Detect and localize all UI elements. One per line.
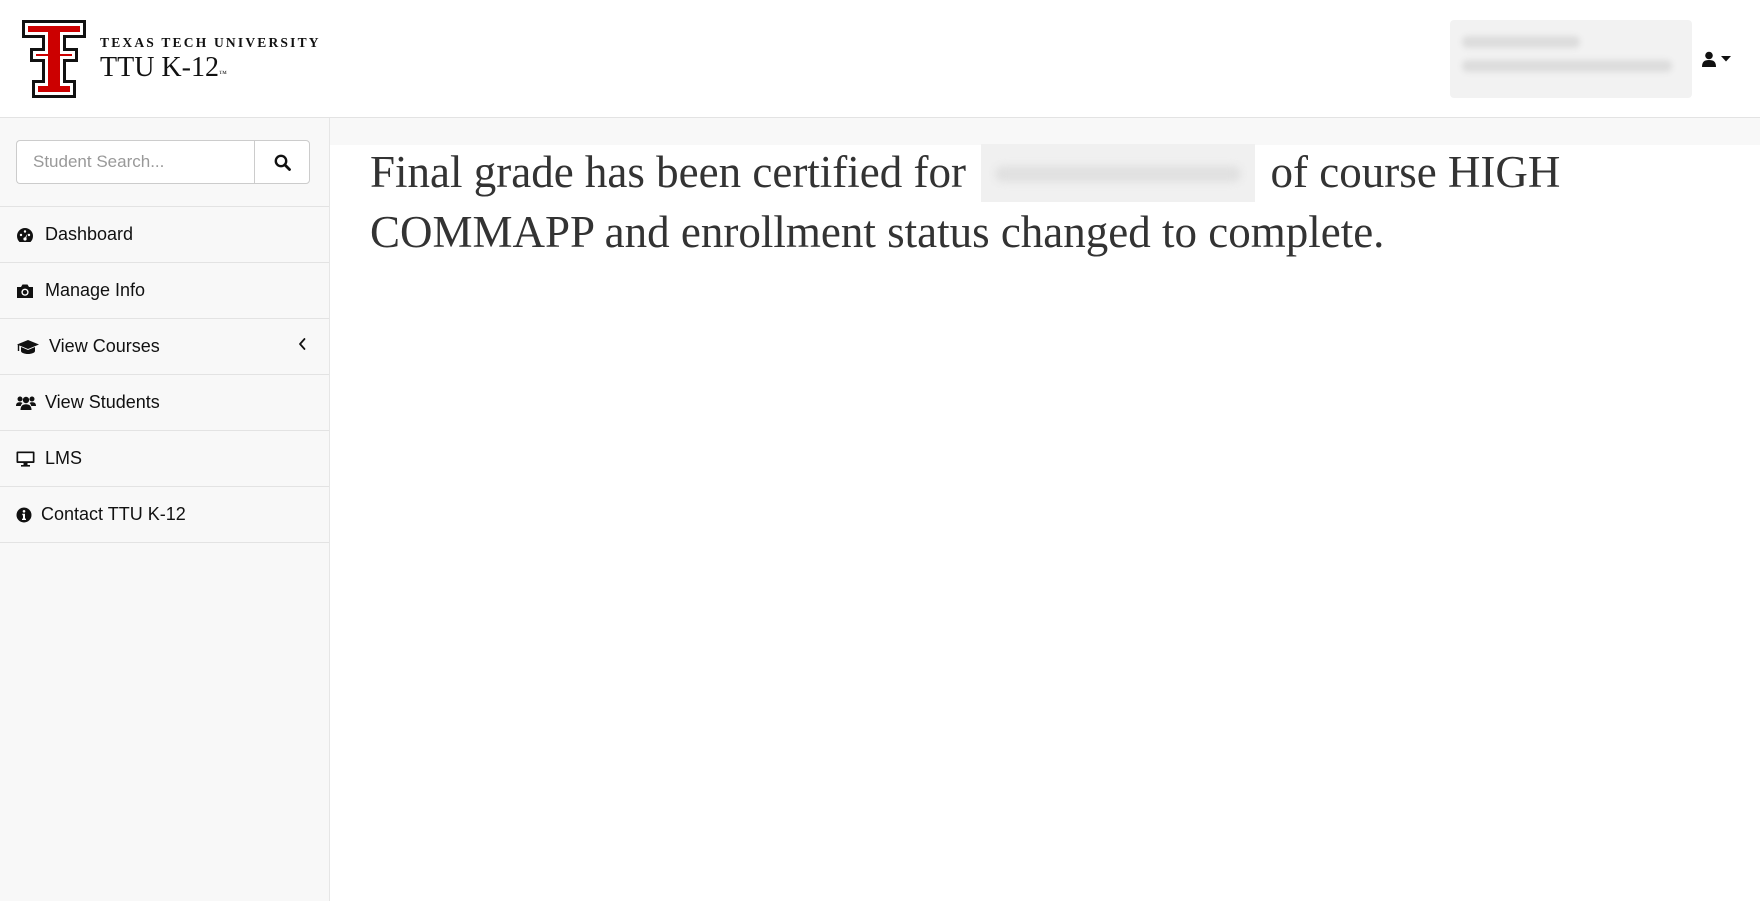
sidebar-item-contact[interactable]: Contact TTU K-12 — [0, 487, 329, 543]
brand-university-name: TEXAS TECH UNIVERSITY — [100, 34, 321, 50]
info-circle-icon — [16, 507, 34, 523]
trademark-mark: ™ — [218, 68, 227, 78]
student-search-form — [16, 140, 310, 184]
sidebar-item-lms[interactable]: LMS — [0, 431, 329, 487]
dashboard-icon — [16, 227, 38, 243]
brand-app-name-text: TTU K-12 — [100, 51, 219, 83]
user-icon — [1702, 51, 1716, 67]
sidebar-item-label: LMS — [45, 448, 83, 468]
caret-down-icon — [1721, 56, 1731, 62]
sidebar-item-view-courses[interactable]: View Courses — [0, 319, 329, 375]
double-t-logo-icon — [22, 20, 86, 98]
graduation-cap-icon — [16, 339, 42, 355]
sidebar: Dashboard Manage Info View Courses — [0, 118, 330, 901]
chevron-left-icon — [297, 335, 307, 356]
brand-app-name: TTU K-12™ — [100, 52, 321, 84]
message-part-1: Final grade has been certified for — [370, 147, 966, 197]
desktop-icon — [16, 451, 38, 467]
search-button[interactable] — [254, 140, 310, 184]
main-content: Final grade has been certified for of co… — [330, 118, 1760, 901]
main-top-strip — [330, 118, 1760, 145]
sidebar-item-view-students[interactable]: View Students — [0, 375, 329, 431]
sidebar-nav: Dashboard Manage Info View Courses View … — [0, 206, 329, 543]
certification-message: Final grade has been certified for of co… — [370, 143, 1710, 258]
brand-text: TEXAS TECH UNIVERSITY TTU K-12™ — [100, 35, 321, 84]
top-header: TEXAS TECH UNIVERSITY TTU K-12™ — [0, 0, 1760, 118]
sidebar-item-manage-info[interactable]: Manage Info — [0, 263, 329, 319]
ttu-logo-link[interactable]: TEXAS TECH UNIVERSITY TTU K-12™ — [20, 18, 321, 100]
camera-icon — [16, 283, 38, 299]
sidebar-item-label: View Students — [45, 392, 160, 412]
user-menu-toggle[interactable] — [1698, 47, 1736, 71]
search-icon — [274, 154, 291, 171]
sidebar-item-label: Manage Info — [45, 280, 146, 300]
sidebar-item-label: Contact TTU K-12 — [41, 504, 186, 524]
redacted-user-info — [1450, 20, 1692, 98]
student-search-input[interactable] — [16, 140, 254, 184]
redacted-student-name — [981, 143, 1256, 202]
sidebar-item-label: View Courses — [49, 336, 160, 356]
user-area — [1450, 20, 1736, 98]
users-icon — [16, 395, 38, 411]
sidebar-item-dashboard[interactable]: Dashboard — [0, 207, 329, 263]
sidebar-item-label: Dashboard — [45, 224, 134, 244]
